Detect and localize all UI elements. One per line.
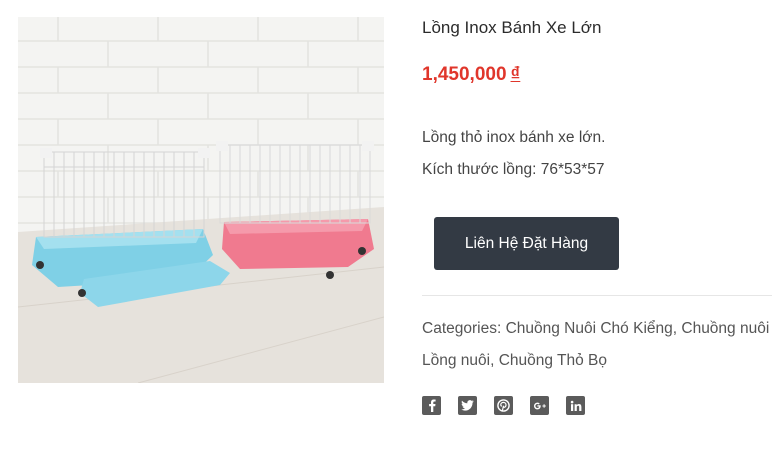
- category-separator: ,: [490, 352, 495, 369]
- categories-line: Categories: Chuồng Nuôi Chó Kiểng, Chuồn…: [422, 320, 772, 338]
- product-description-line: Lồng thỏ inox bánh xe lớn.: [422, 129, 606, 146]
- price-amount: 1,450,000: [422, 64, 507, 85]
- product-size-line: Kích thước lồng: 76*53*57: [422, 161, 605, 178]
- google-plus-icon[interactable]: [530, 396, 549, 415]
- order-contact-button[interactable]: Liên Hệ Đặt Hàng: [434, 217, 619, 270]
- product-price: 1,450,000 ₫: [422, 64, 520, 86]
- categories-label: Categories:: [422, 320, 502, 337]
- divider: [422, 295, 772, 296]
- linkedin-icon[interactable]: [566, 396, 585, 415]
- categories-line: Lồng nuôi, Chuồng Thỏ Bọ: [422, 352, 607, 370]
- category-link-pet-cage[interactable]: Lồng nuôi: [422, 352, 490, 369]
- product-image[interactable]: [18, 17, 384, 383]
- share-icons: [422, 396, 585, 415]
- category-separator: ,: [672, 320, 678, 337]
- cage-photo: [18, 17, 384, 383]
- category-link-dog-cage[interactable]: Chuồng Nuôi Chó Kiểng: [506, 320, 673, 337]
- twitter-icon[interactable]: [458, 396, 477, 415]
- price-currency: ₫: [510, 64, 521, 85]
- pinterest-icon[interactable]: [494, 396, 513, 415]
- category-link-cat-cage[interactable]: Chuồng nuôi Mèo: [681, 320, 772, 337]
- product-summary: Lồng Inox Bánh Xe Lớn 1,450,000 ₫ Lồng th…: [422, 0, 772, 463]
- category-link-rabbit-cage[interactable]: Chuồng Thỏ Bọ: [499, 352, 607, 369]
- product-title: Lồng Inox Bánh Xe Lớn: [422, 18, 602, 37]
- facebook-icon[interactable]: [422, 396, 441, 415]
